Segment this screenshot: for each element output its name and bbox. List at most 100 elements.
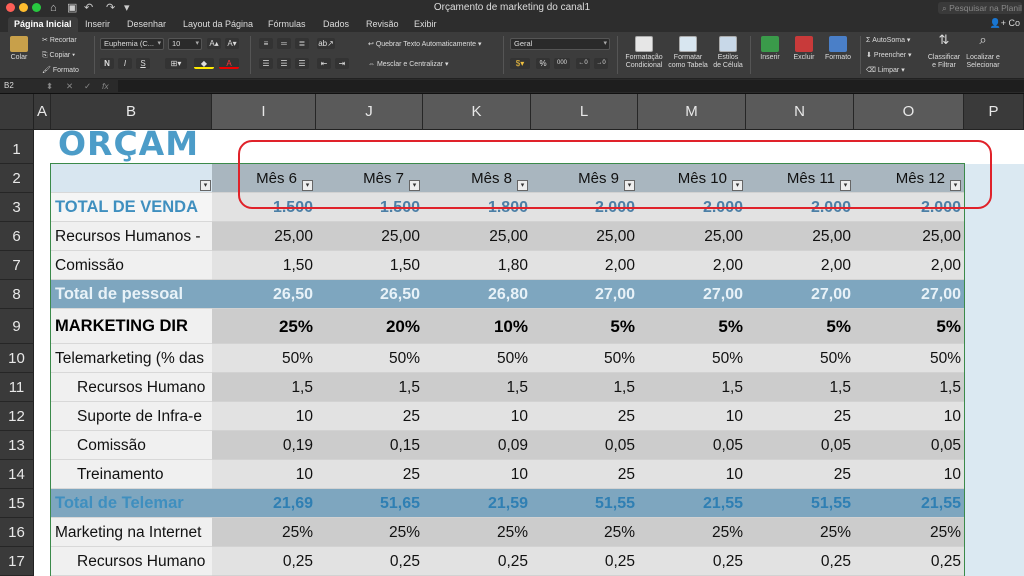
value-cell[interactable]: 0,25 xyxy=(423,547,531,576)
value-cell[interactable]: 25 xyxy=(531,460,638,489)
format-painter-button[interactable]: 🖌 Formato xyxy=(42,66,79,75)
value-cell[interactable]: 50% xyxy=(854,344,964,373)
value-cell[interactable]: 10 xyxy=(638,402,746,431)
value-cell[interactable]: 51,55 xyxy=(746,489,854,518)
merge-center-button[interactable]: ⇔ Mesclar e Centralizar ▾ xyxy=(368,60,449,69)
value-cell[interactable]: 27,00 xyxy=(746,280,854,309)
value-cell[interactable]: 1,50 xyxy=(212,251,316,280)
row-header-1[interactable]: 1 xyxy=(0,130,34,164)
value-cell[interactable]: 21,59 xyxy=(423,489,531,518)
format-as-table-button[interactable]: Formatar como Tabela xyxy=(667,36,709,70)
value-cell[interactable]: 10 xyxy=(212,402,316,431)
value-cell[interactable]: 50% xyxy=(746,344,854,373)
value-cell[interactable]: 50% xyxy=(638,344,746,373)
value-cell[interactable]: 21,55 xyxy=(638,489,746,518)
value-cell[interactable]: 25,00 xyxy=(212,222,316,251)
value-cell[interactable]: 50% xyxy=(531,344,638,373)
value-cell[interactable]: 25% xyxy=(212,309,316,344)
tab-formulas[interactable]: Fórmulas xyxy=(268,18,306,30)
value-cell[interactable]: 1,50 xyxy=(316,251,423,280)
row-header-8[interactable]: 8 xyxy=(0,280,34,309)
value-cell[interactable]: 27,00 xyxy=(638,280,746,309)
value-cell[interactable]: 51,55 xyxy=(531,489,638,518)
format-cells-button[interactable]: Formato xyxy=(823,36,853,62)
conditional-formatting-button[interactable]: Formatação Condicional xyxy=(623,36,665,70)
formula-input[interactable] xyxy=(118,80,1024,92)
value-cell[interactable]: 2,00 xyxy=(854,251,964,280)
row-header-6[interactable]: 6 xyxy=(0,222,34,251)
value-cell[interactable]: 10 xyxy=(423,402,531,431)
number-format-select[interactable]: Geral xyxy=(510,38,610,50)
decrease-font-icon[interactable]: A▾ xyxy=(225,38,239,49)
tab-desenhar[interactable]: Desenhar xyxy=(127,18,166,30)
row-header-14[interactable]: 14 xyxy=(0,460,34,489)
value-cell[interactable]: 25 xyxy=(746,460,854,489)
decrease-decimal-icon[interactable]: →0 xyxy=(594,58,608,69)
value-cell[interactable]: 50% xyxy=(423,344,531,373)
wrap-text-button[interactable]: ↩ Quebrar Texto Automaticamente ▾ xyxy=(368,40,482,49)
value-cell[interactable]: 25,00 xyxy=(746,222,854,251)
align-left-icon[interactable]: ☰ xyxy=(259,58,273,69)
copy-button[interactable]: ⎘ Copiar ▾ xyxy=(42,51,75,60)
value-cell[interactable]: 1,5 xyxy=(212,373,316,402)
align-top-icon[interactable]: ≡ xyxy=(259,38,273,49)
find-select-button[interactable]: ⌕ Localizar e Selecionar xyxy=(964,33,1002,70)
tab-pagina-inicial[interactable]: Página Inicial xyxy=(8,17,78,32)
fill-color-icon[interactable]: ◆ xyxy=(194,58,214,69)
value-cell[interactable]: 10 xyxy=(423,460,531,489)
value-cell[interactable]: 1,5 xyxy=(316,373,423,402)
value-cell[interactable]: 26,50 xyxy=(316,280,423,309)
value-cell[interactable]: 51,65 xyxy=(316,489,423,518)
tab-exibir[interactable]: Exibir xyxy=(414,18,437,30)
font-size-select[interactable]: 10 xyxy=(168,38,202,50)
value-cell[interactable]: 0,19 xyxy=(212,431,316,460)
value-cell[interactable]: 25,00 xyxy=(638,222,746,251)
value-cell[interactable]: 25% xyxy=(212,518,316,547)
clear-button[interactable]: ⌫ Limpar ▾ xyxy=(866,66,905,75)
row-header-9[interactable]: 9 xyxy=(0,309,34,344)
value-cell[interactable]: 21,69 xyxy=(212,489,316,518)
currency-icon[interactable]: $▾ xyxy=(510,58,530,69)
value-cell[interactable]: 25 xyxy=(316,402,423,431)
align-middle-icon[interactable]: ═ xyxy=(277,38,291,49)
value-cell[interactable]: 1,5 xyxy=(531,373,638,402)
value-cell[interactable]: 25,00 xyxy=(531,222,638,251)
enter-icon[interactable]: ✓ xyxy=(84,80,91,92)
share-button[interactable]: 👤+ Co xyxy=(990,18,1020,29)
value-cell[interactable]: 25% xyxy=(638,518,746,547)
value-cell[interactable]: 1,5 xyxy=(638,373,746,402)
value-cell[interactable]: 50% xyxy=(316,344,423,373)
value-cell[interactable]: 1,5 xyxy=(423,373,531,402)
value-cell[interactable]: 1,5 xyxy=(746,373,854,402)
font-color-icon[interactable]: A xyxy=(219,58,239,69)
cancel-icon[interactable]: ✕ xyxy=(66,80,73,92)
value-cell[interactable]: 25,00 xyxy=(854,222,964,251)
tab-layout-pagina[interactable]: Layout da Página xyxy=(183,18,253,30)
value-cell[interactable]: 0,25 xyxy=(212,547,316,576)
value-cell[interactable]: 26,80 xyxy=(423,280,531,309)
value-cell[interactable]: 5% xyxy=(531,309,638,344)
value-cell[interactable]: 27,00 xyxy=(531,280,638,309)
insert-cells-button[interactable]: Inserir xyxy=(755,36,785,62)
autosum-button[interactable]: Σ AutoSoma ▾ xyxy=(866,36,910,45)
value-cell[interactable]: 0,15 xyxy=(316,431,423,460)
name-box[interactable]: B2 xyxy=(2,80,50,92)
column-header-o[interactable]: O xyxy=(854,94,964,130)
cut-button[interactable]: ✂ Recortar xyxy=(42,36,77,45)
value-cell[interactable]: 10 xyxy=(638,460,746,489)
percent-icon[interactable]: % xyxy=(536,58,550,69)
value-cell[interactable]: 25% xyxy=(531,518,638,547)
value-cell[interactable]: 10 xyxy=(212,460,316,489)
cell-styles-button[interactable]: Estilos de Célula xyxy=(711,36,745,70)
value-cell[interactable]: 1,80 xyxy=(423,251,531,280)
value-cell[interactable]: 0,05 xyxy=(638,431,746,460)
value-cell[interactable]: 0,09 xyxy=(423,431,531,460)
row-header-16[interactable]: 16 xyxy=(0,518,34,547)
font-name-select[interactable]: Euphemia (C... xyxy=(100,38,164,50)
underline-button[interactable]: S xyxy=(136,58,150,69)
tab-dados[interactable]: Dados xyxy=(323,18,349,30)
column-header-a[interactable]: A xyxy=(34,94,51,130)
column-header-p[interactable]: P xyxy=(964,94,1024,130)
value-cell[interactable]: 0,25 xyxy=(531,547,638,576)
column-header-m[interactable]: M xyxy=(638,94,746,130)
